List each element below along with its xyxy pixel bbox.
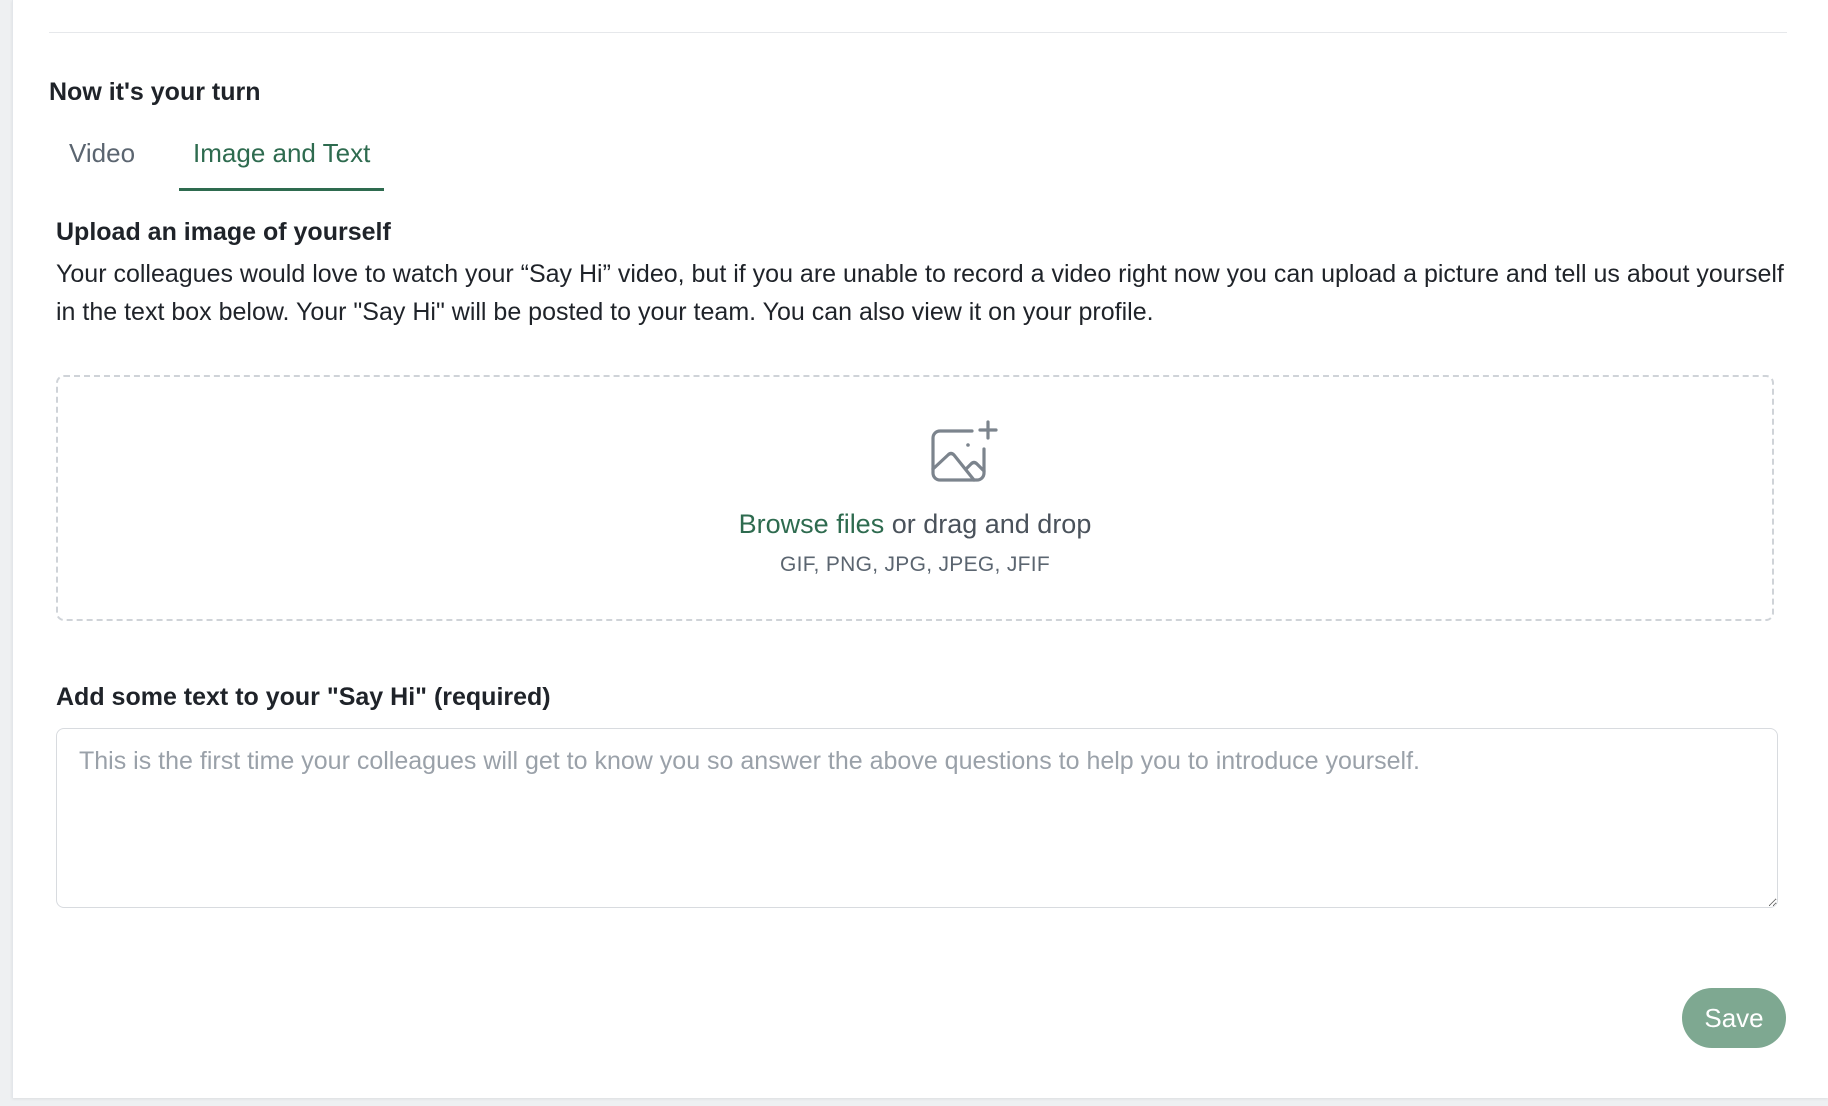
drag-and-drop-text: or drag and drop [884, 509, 1092, 539]
say-hi-text-label: Add some text to your "Say Hi" (required… [56, 683, 551, 711]
image-add-icon [928, 419, 998, 489]
dropzone-prompt: Browse files or drag and drop [58, 509, 1772, 540]
save-button[interactable]: Save [1682, 988, 1786, 1048]
tab-video[interactable]: Video [55, 134, 149, 190]
top-divider [49, 32, 1787, 33]
say-hi-card: Now it's your turn Video Image and Text … [12, 0, 1828, 1098]
accepted-formats: GIF, PNG, JPG, JPEG, JFIF [779, 553, 1051, 576]
image-dropzone[interactable]: Browse files or drag and drop GIF, PNG, … [56, 375, 1774, 621]
section-title: Now it's your turn [49, 78, 261, 106]
say-hi-textarea[interactable] [56, 728, 1778, 908]
tab-image-and-text[interactable]: Image and Text [179, 134, 385, 191]
upload-heading: Upload an image of yourself [56, 218, 391, 246]
upload-description: Your colleagues would love to watch your… [56, 260, 1784, 326]
tab-bar: Video Image and Text [49, 134, 385, 191]
browse-files-link[interactable]: Browse files [739, 509, 885, 539]
